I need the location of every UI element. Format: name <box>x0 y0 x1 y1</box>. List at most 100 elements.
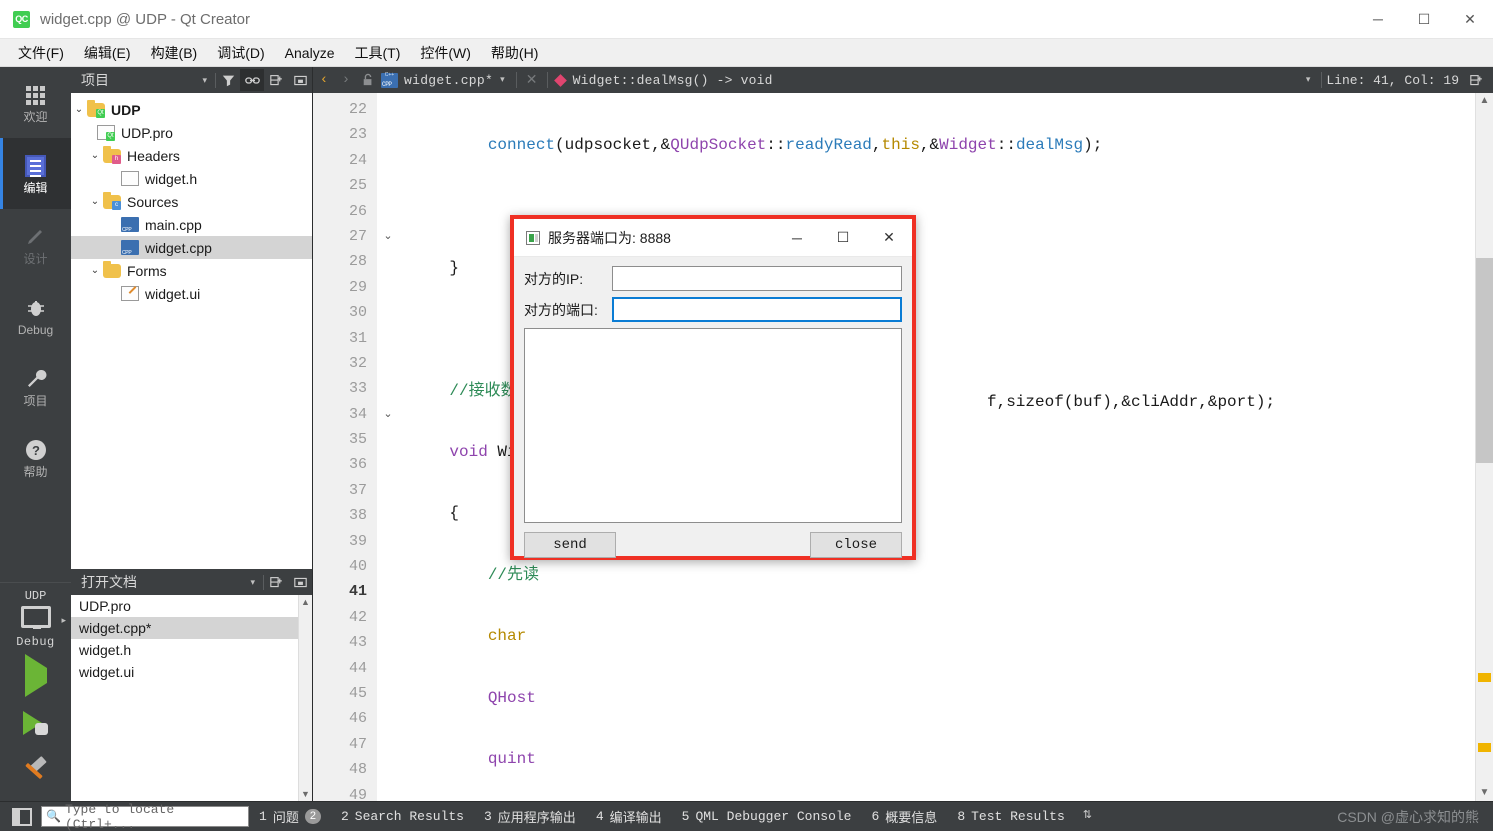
line-number: 28 <box>348 253 367 271</box>
run-button[interactable] <box>0 651 71 699</box>
fold-marker[interactable] <box>377 249 399 274</box>
fold-marker[interactable] <box>377 351 399 376</box>
send-button[interactable]: send <box>524 532 616 558</box>
mode-design[interactable]: 设计 <box>0 209 71 280</box>
symbol-dropdown-icon[interactable]: ▾ <box>1299 75 1318 85</box>
chevron-down-icon[interactable]: ⌄ <box>87 150 103 161</box>
dialog-close-icon[interactable]: ✕ <box>866 219 912 257</box>
file-dropdown-icon[interactable]: ▾ <box>493 75 512 85</box>
folder-qt-icon: Qt <box>87 102 105 118</box>
mode-welcome[interactable]: 欢迎 <box>0 67 71 138</box>
open-doc-widget-ui[interactable]: widget.ui <box>71 661 312 683</box>
tree-item-main-cpp[interactable]: main.cpp <box>71 213 312 236</box>
chevron-down-icon[interactable]: ⌄ <box>71 104 87 115</box>
menu-edit[interactable]: 编辑(E) <box>74 40 141 66</box>
locator-input[interactable]: 🔍 Type to locate (Ctrl+... <box>41 802 249 831</box>
scroll-down-icon[interactable]: ▼ <box>299 787 312 801</box>
scroll-up-icon[interactable]: ▲ <box>1476 93 1493 109</box>
pane-number: 6 <box>871 809 880 824</box>
filter-icon[interactable] <box>216 69 240 91</box>
peer-ip-input[interactable] <box>612 266 902 291</box>
editor-scrollbar[interactable]: ▲ ▼ <box>1475 93 1493 801</box>
menu-analyze[interactable]: Analyze <box>275 42 345 64</box>
open-doc-widget-h[interactable]: widget.h <box>71 639 312 661</box>
menu-build[interactable]: 构建(B) <box>141 40 208 66</box>
menu-tools[interactable]: 工具(T) <box>344 40 410 66</box>
split-editor-icon[interactable] <box>1465 69 1487 91</box>
line-number: 25 <box>348 177 367 195</box>
fold-marker[interactable] <box>377 148 399 173</box>
mode-debug[interactable]: Debug <box>0 280 71 351</box>
fold-marker[interactable] <box>377 300 399 325</box>
mode-edit[interactable]: 编辑 <box>0 138 71 209</box>
navigate-back-icon[interactable]: ‹ <box>313 69 335 91</box>
tree-item-forms[interactable]: ⌄ Forms <box>71 259 312 282</box>
chevron-down-icon[interactable]: ▾ <box>242 577 263 588</box>
split-icon[interactable] <box>264 571 288 593</box>
tree-item-widget-ui[interactable]: widget.ui <box>71 282 312 305</box>
output-pane-test-results[interactable]: 8 Test Results <box>947 809 1074 824</box>
close-document-icon[interactable]: ✕ <box>521 69 543 91</box>
fold-marker[interactable] <box>377 199 399 224</box>
mode-help[interactable]: ? 帮助 <box>0 422 71 493</box>
menu-help[interactable]: 帮助(H) <box>481 40 548 66</box>
dialog-maximize-icon[interactable]: ☐ <box>820 219 866 257</box>
tree-item-sources[interactable]: ⌄ c Sources <box>71 190 312 213</box>
output-pane-updown-icon[interactable]: ⇅ <box>1083 811 1092 822</box>
menu-widgets[interactable]: 控件(W) <box>410 40 481 66</box>
output-pane-issues[interactable]: 1 问题 2 <box>249 807 331 826</box>
open-doc-udp-pro[interactable]: UDP.pro <box>71 595 312 617</box>
udp-client-dialog[interactable]: 服务器端口为: 8888 ─ ☐ ✕ 对方的IP: 对方的端口: send cl… <box>510 215 916 560</box>
scroll-down-icon[interactable]: ▼ <box>1476 785 1493 801</box>
unlock-icon[interactable] <box>357 69 379 91</box>
dialog-buttons: send close <box>524 532 902 558</box>
split-icon[interactable] <box>264 69 288 91</box>
tree-label: widget.ui <box>145 285 201 302</box>
open-documents-scrollbar[interactable]: ▲ ▼ <box>298 595 312 801</box>
navigate-forward-icon[interactable]: › <box>335 69 357 91</box>
maximize-icon[interactable]: ☐ <box>1401 0 1447 39</box>
fold-marker[interactable] <box>377 97 399 122</box>
debug-button[interactable] <box>0 699 71 747</box>
toggle-sidebar-icon[interactable] <box>12 807 32 826</box>
kit-selector[interactable]: UDP ▸ Debug <box>0 583 71 651</box>
close-icon[interactable] <box>288 69 312 91</box>
output-pane-qml-debugger[interactable]: 5 QML Debugger Console <box>672 809 862 824</box>
fold-marker[interactable] <box>377 326 399 351</box>
chevron-down-icon[interactable]: ⌄ <box>87 265 103 276</box>
menu-file[interactable]: 文件(F) <box>8 40 74 66</box>
scroll-up-icon[interactable]: ▲ <box>299 595 312 609</box>
close-icon[interactable]: ✕ <box>1447 0 1493 39</box>
tree-item-widget-cpp[interactable]: widget.cpp <box>71 236 312 259</box>
fold-marker[interactable]: ⌄ <box>377 224 399 249</box>
fold-marker[interactable] <box>377 275 399 300</box>
close-button[interactable]: close <box>810 532 902 558</box>
output-pane-search-results[interactable]: 2 Search Results <box>331 809 474 824</box>
output-pane-compile-output[interactable]: 4 编译输出 <box>586 807 672 826</box>
output-pane-app-output[interactable]: 3 应用程序输出 <box>474 807 586 826</box>
message-textedit[interactable] <box>524 328 902 523</box>
editor-file-name[interactable]: widget.cpp* <box>404 73 493 88</box>
menu-debug[interactable]: 调试(D) <box>207 40 274 66</box>
build-button[interactable] <box>0 747 71 795</box>
fold-marker[interactable] <box>377 122 399 147</box>
fold-marker[interactable] <box>377 376 399 401</box>
tree-item-headers[interactable]: ⌄ h Headers <box>71 144 312 167</box>
tree-item-widget-h[interactable]: widget.h <box>71 167 312 190</box>
fold-marker[interactable]: ⌄ <box>377 402 399 427</box>
close-icon[interactable] <box>288 571 312 593</box>
peer-port-input[interactable] <box>612 297 902 322</box>
tree-item-udp[interactable]: ⌄ Qt UDP <box>71 98 312 121</box>
scrollbar-thumb[interactable] <box>1476 258 1493 463</box>
link-icon[interactable] <box>240 69 264 91</box>
tree-item-udp-pro[interactable]: Qt UDP.pro <box>71 121 312 144</box>
dialog-minimize-icon[interactable]: ─ <box>774 219 820 257</box>
minimize-icon[interactable]: ─ <box>1355 0 1401 39</box>
symbol-selector[interactable]: Widget::dealMsg() -> void <box>573 73 773 88</box>
open-doc-widget-cpp[interactable]: widget.cpp* <box>71 617 312 639</box>
chevron-down-icon[interactable]: ▾ <box>194 75 215 86</box>
output-pane-general-messages[interactable]: 6 概要信息 <box>861 807 947 826</box>
mode-projects[interactable]: 项目 <box>0 351 71 422</box>
fold-marker[interactable] <box>377 173 399 198</box>
chevron-down-icon[interactable]: ⌄ <box>87 196 103 207</box>
